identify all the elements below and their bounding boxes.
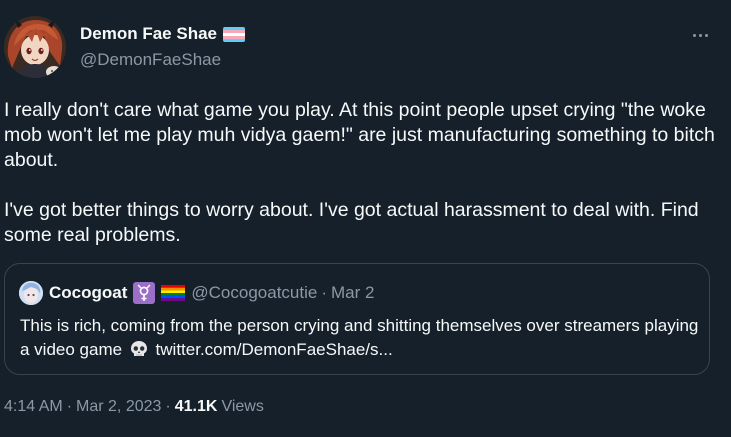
tweet-text: I really don't care what game you play. … [4,99,715,246]
quoted-author-display-name[interactable]: Cocogoat [49,283,127,303]
quoted-author-handle[interactable]: @Cocogoatcutie [191,283,317,303]
quoted-tweet-link[interactable]: twitter.com/DemonFaeShae/s... [156,340,393,359]
quoted-tweet-card[interactable]: Cocogoat @Cocogoatcutie · Mar 2 This is … [4,263,710,375]
skull-icon [129,340,149,358]
tweet-date[interactable]: Mar 2, 2023 [76,398,161,416]
tweet-time[interactable]: 4:14 AM [4,398,63,416]
views-count[interactable]: 41.1K [175,398,218,416]
avatar-illustration [4,16,66,78]
meta-separator: · [321,283,328,302]
quoted-tweet-date[interactable]: Mar 2 [331,283,374,303]
quoted-tweet-text: This is rich, coming from the person cry… [20,314,700,362]
views-label: Views [221,398,264,415]
transgender-symbol-icon [133,282,156,304]
quoted-tweet-meta: @Cocogoatcutie · Mar 2 [191,283,374,303]
transgender-flag-icon [223,26,245,42]
ellipsis-icon [704,33,708,37]
author-avatar[interactable] [4,16,66,78]
tweet-footer: 4:14 AM · Mar 2, 2023 · 41.1K Views [4,398,264,416]
author-handle[interactable]: @DemonFaeShae [80,50,221,70]
more-options-button[interactable] [689,24,711,46]
author-display-name[interactable]: Demon Fae Shae [80,24,217,44]
tweet: Demon Fae Shae @DemonFaeShae I really do… [0,0,731,437]
quoted-author-avatar[interactable] [19,281,43,305]
ellipsis-icon [698,33,702,37]
author-name-row[interactable]: Demon Fae Shae [80,23,245,45]
footer-separator: · [66,398,73,415]
footer-separator: · [165,398,171,415]
rainbow-flag-icon [161,285,186,301]
quoted-tweet-header: Cocogoat @Cocogoatcutie · Mar 2 [19,281,374,305]
ellipsis-icon [692,33,696,37]
